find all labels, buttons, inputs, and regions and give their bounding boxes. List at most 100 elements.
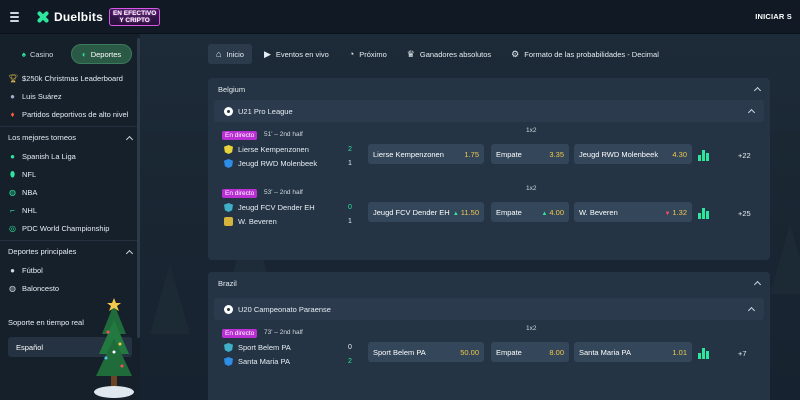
league-header[interactable]: U21 Pro League	[214, 100, 764, 122]
top-tournaments-header[interactable]: Los mejores torneos	[0, 126, 140, 148]
country-header[interactable]: Belgium	[208, 78, 770, 100]
stats-icon[interactable]	[698, 150, 709, 161]
home-team[interactable]: Sport Belem PA	[224, 343, 291, 352]
support-label: Soporte en tiempo real	[8, 318, 84, 327]
login-button[interactable]: INICIAR S	[755, 12, 792, 21]
sidebar-item-label: PDC World Championship	[22, 224, 110, 233]
sidebar-item-nba[interactable]: ◍ NBA	[0, 184, 140, 202]
odds-value: 3.35	[549, 149, 564, 159]
tab-label: Formato de las probabilidades - Decimal	[524, 49, 659, 59]
main-sports-header[interactable]: Deportes principales	[0, 240, 140, 262]
league-header[interactable]: U20 Campeonato Paraense	[214, 298, 764, 320]
stats-icon[interactable]	[698, 208, 709, 219]
promo-line-1: EN EFECTIVO	[112, 9, 157, 17]
home-icon: ⌂	[216, 49, 222, 59]
odds-value: 8.00	[549, 347, 564, 357]
hockey-icon: ⌐	[10, 206, 15, 215]
toggle-casino-label: Casino	[29, 49, 54, 59]
odds-button-home[interactable]: Jeugd FCV Dender EH ▲ 11.50	[368, 202, 484, 222]
team-crest-icon	[224, 343, 233, 352]
market-label: 1x2	[526, 325, 537, 332]
odds-value: 50.00	[460, 347, 479, 357]
country-header[interactable]: Brazil	[208, 272, 770, 294]
background-tree	[770, 224, 800, 294]
tab-label: Ganadores absolutos	[419, 49, 492, 59]
more-markets-link[interactable]: +7	[738, 349, 747, 358]
sidebar-item-nhl[interactable]: ⌐ NHL	[0, 202, 140, 220]
promo-badge[interactable]: EN EFECTIVO Y CRIPTO	[108, 7, 161, 26]
team-name: Sport Belem PA	[238, 343, 291, 352]
brand-logo[interactable]: Duelbits	[36, 10, 103, 24]
odds-button-home[interactable]: Sport Belem PA 50.00	[368, 342, 484, 362]
sidebar-item-nfl[interactable]: ⬮ NFL	[0, 166, 140, 184]
odds-label: Sport Belem PA	[373, 347, 426, 357]
player-icon: ●	[10, 92, 15, 101]
chevron-up-icon	[125, 135, 134, 143]
live-badge: En directo	[222, 189, 258, 198]
team-name: Jeugd FCV Dender EH	[238, 203, 315, 212]
match-row: En directo 73' – 2nd half 1x2 Sport Bele…	[208, 320, 770, 378]
menu-icon[interactable]	[10, 11, 28, 22]
team-crest-icon	[224, 159, 233, 168]
match-row: En directo 51' – 2nd half 1x2 Lierse Kem…	[208, 122, 770, 180]
match-clock: 51' – 2nd half	[264, 131, 303, 138]
home-score: 0	[348, 204, 352, 211]
away-team[interactable]: Jeugd RWD Molenbeek	[224, 159, 317, 168]
sidebar-item-la-liga[interactable]: ● Spanish La Liga	[0, 148, 140, 166]
sidebar-item-label: Luis Suárez	[22, 92, 62, 101]
tab-label: Inicio	[226, 49, 244, 59]
sidebar-item-luis-suarez[interactable]: ● Luis Suárez	[0, 88, 140, 106]
odds-button-away[interactable]: Santa Maria PA 1.01	[574, 342, 692, 362]
home-team[interactable]: Lierse Kempenzonen	[224, 145, 309, 154]
more-markets-link[interactable]: +25	[738, 209, 751, 218]
sidebar-item-top-matches[interactable]: ♦ Partidos deportivos de alto nivel	[0, 106, 140, 124]
odds-label: Empate	[496, 347, 522, 357]
tab-outright-winners[interactable]: ♛ Ganadores absolutos	[399, 44, 499, 64]
league-name: U20 Campeonato Paraense	[238, 304, 331, 314]
odds-button-draw[interactable]: Empate ▲ 4.00	[491, 202, 569, 222]
country-name: Belgium	[218, 84, 246, 94]
tab-live-events[interactable]: ▶ Eventos en vivo	[256, 44, 337, 64]
sidebar-item-pdc[interactable]: ◎ PDC World Championship	[0, 220, 140, 238]
odds-label: Empate	[496, 149, 522, 159]
chevron-up-icon	[747, 108, 756, 117]
team-crest-icon	[224, 203, 233, 212]
fire-icon: ♦	[10, 110, 15, 119]
away-team[interactable]: W. Beveren	[224, 217, 277, 226]
odds-button-home[interactable]: Lierse Kempenzonen 1.75	[368, 144, 484, 164]
sidebar-item-futbol[interactable]: ● Fútbol	[0, 262, 140, 280]
tab-label: Eventos en vivo	[275, 49, 329, 59]
chevron-up-icon	[125, 249, 134, 257]
home-team[interactable]: Jeugd FCV Dender EH	[224, 203, 315, 212]
odds-button-draw[interactable]: Empate 8.00	[491, 342, 569, 362]
soccer-ball-icon	[224, 106, 233, 116]
odds-button-away[interactable]: W. Beveren ▼ 1.32	[574, 202, 692, 222]
toggle-sports[interactable]: ◐ Deportes	[71, 44, 132, 64]
odds-value: 1.32	[672, 207, 687, 217]
christmas-tree-icon	[94, 298, 134, 398]
tab-inicio[interactable]: ⌂ Inicio	[208, 44, 252, 64]
darts-icon: ◎	[9, 224, 16, 233]
sidebar-item-christmas-leaderboard[interactable]: 🏆︎ $250k Christmas Leaderboard	[0, 70, 140, 88]
sidebar-item-label: Partidos deportivos de alto nivel	[22, 110, 129, 119]
odds-value: 1.75	[464, 149, 479, 159]
stats-icon[interactable]	[698, 348, 709, 359]
trend-up-icon: ▲	[452, 210, 459, 217]
basketball-icon: ◍	[9, 284, 16, 293]
odds-button-away[interactable]: Jeugd RWD Molenbeek 4.30	[574, 144, 692, 164]
sidebar-item-label: Fútbol	[22, 266, 43, 275]
team-name: Lierse Kempenzonen	[238, 145, 309, 154]
away-team[interactable]: Santa Maria PA	[224, 357, 290, 366]
tab-upcoming[interactable]: ◔ Próximo	[341, 44, 395, 64]
match-clock: 53' – 2nd half	[264, 189, 303, 196]
tab-odds-format[interactable]: ⚙ Formato de las probabilidades - Decima…	[503, 44, 667, 64]
more-markets-link[interactable]: +22	[738, 151, 751, 160]
odds-value: 4.30	[672, 149, 687, 159]
team-crest-icon	[224, 217, 233, 226]
toggle-casino[interactable]: ♠ Casino	[8, 44, 67, 64]
chevron-up-icon	[753, 280, 762, 289]
odds-button-draw[interactable]: Empate 3.35	[491, 144, 569, 164]
market-label: 1x2	[526, 185, 537, 192]
team-name: Santa Maria PA	[238, 357, 290, 366]
odds-label: Empate	[496, 207, 522, 217]
